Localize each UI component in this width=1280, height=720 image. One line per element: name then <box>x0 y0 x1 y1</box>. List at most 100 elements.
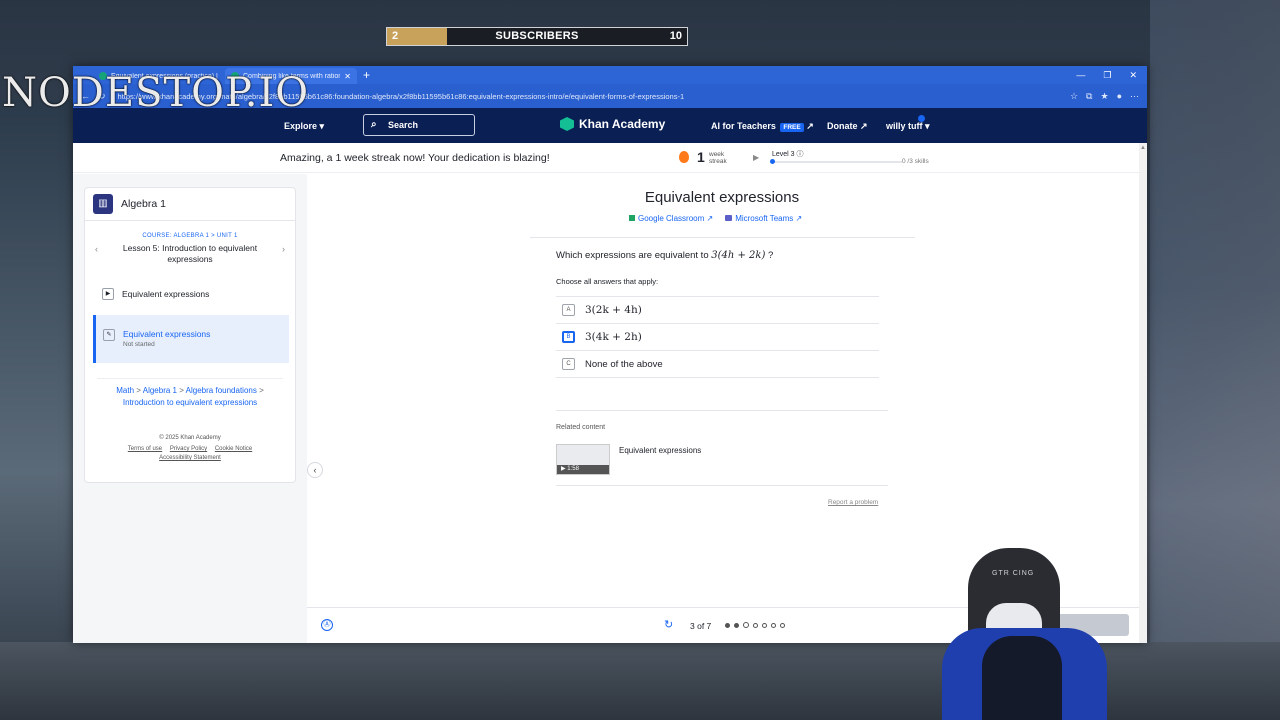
choice-letter: A <box>562 304 575 316</box>
subscriber-goal-bar: 2 SUBSCRIBERS 10 <box>386 27 688 46</box>
divider <box>556 485 888 486</box>
course-card: ▥ Algebra 1 COURSE: ALGEBRA 1 > UNIT 1 ‹… <box>84 187 296 483</box>
skills-count: 0 /3 skills <box>902 158 929 165</box>
streak-count: 1 <box>697 149 705 165</box>
favorites-icon[interactable]: ★ <box>1100 91 1108 102</box>
progress-dot <box>771 622 776 628</box>
level-progress-track <box>772 161 902 163</box>
streak-unit: week streak <box>709 151 727 165</box>
progress-dot <box>780 622 785 628</box>
more-icon[interactable]: ⋯ <box>1130 91 1139 102</box>
sidebar: ▥ Algebra 1 COURSE: ALGEBRA 1 > UNIT 1 ‹… <box>73 174 307 643</box>
gaming-chair: GTR CING <box>942 548 1107 720</box>
progress-dot <box>725 622 730 628</box>
free-badge: FREE <box>780 123 804 132</box>
restore-icon[interactable]: ❐ <box>1103 70 1111 81</box>
chair-logo: GTR CING <box>992 570 1035 577</box>
profile-icon[interactable]: ● <box>1117 91 1122 101</box>
chair-inner <box>982 636 1062 720</box>
accessibility-icon[interactable]: Ⓐ <box>321 619 333 631</box>
choice-text: None of the above <box>585 358 663 370</box>
breadcrumb-algebra-1[interactable]: Algebra 1 <box>143 386 177 395</box>
instruction-text: Choose all answers that apply: <box>556 277 659 286</box>
choice-divider <box>556 377 879 378</box>
level-label[interactable]: Level 3 ⓘ <box>772 149 804 159</box>
choice-text: 3(4k + 2h) <box>585 331 642 343</box>
progress-dot-current <box>743 622 749 628</box>
question-math: 3(4h + 2k) <box>711 250 766 261</box>
donate-link[interactable]: Donate ↗ <box>827 121 868 132</box>
accessibility-link[interactable]: Accessibility Statement <box>159 455 221 461</box>
cookie-link[interactable]: Cookie Notice <box>215 446 252 452</box>
chevron-left-icon[interactable]: ‹ <box>95 244 98 254</box>
scrollbar[interactable] <box>1139 143 1147 643</box>
window-controls: — ❐ ✕ <box>1076 70 1147 81</box>
sidebar-item-exercise[interactable]: ✎ Equivalent expressions Not started <box>93 315 289 363</box>
lesson-title: Lesson 5: Introduction to equivalent exp… <box>122 243 258 264</box>
breadcrumb-math[interactable]: Math <box>116 386 134 395</box>
copyright: © 2025 Khan Academy <box>159 435 221 441</box>
refresh-icon[interactable]: ↻ <box>664 618 673 631</box>
choice-c[interactable]: C None of the above <box>556 350 879 377</box>
video-duration: ▶ 1:58 <box>557 465 609 474</box>
play-icon: ▶ <box>102 287 114 300</box>
extensions-icon[interactable]: ⧉ <box>1086 91 1092 102</box>
streak-message: Amazing, a 1 week streak now! Your dedic… <box>280 152 550 164</box>
question-text: Which expressions are equivalent to 3(4h… <box>556 250 774 261</box>
breadcrumb-intro[interactable]: Introduction to equivalent expressions <box>123 398 257 407</box>
course-breadcrumb[interactable]: COURSE: ALGEBRA 1 > UNIT 1 <box>85 233 295 239</box>
subscriber-label: SUBSCRIBERS <box>495 30 579 42</box>
watermark: NODESTOP.IO <box>2 70 310 116</box>
sidebar-item-label: Equivalent expressions <box>122 288 210 299</box>
breadcrumb-algebra-foundations[interactable]: Algebra foundations <box>186 386 257 395</box>
divider <box>530 237 915 238</box>
streak-banner: Amazing, a 1 week streak now! Your dedic… <box>73 143 1147 173</box>
user-menu[interactable]: willy tuff ▾ <box>886 121 930 132</box>
privacy-link[interactable]: Privacy Policy <box>170 446 207 452</box>
footer-links: Terms of use Privacy Policy Cookie Notic… <box>105 445 275 463</box>
new-tab-icon[interactable]: + <box>357 68 370 82</box>
search-button[interactable]: ⌕ Search <box>363 114 475 136</box>
report-problem-link[interactable]: Report a problem <box>828 499 878 506</box>
explore-menu[interactable]: Explore ▾ <box>284 121 324 132</box>
sidebar-item-video[interactable]: ▶ Equivalent expressions <box>93 279 289 308</box>
search-icon: ⌕ <box>371 119 377 130</box>
scroll-up-icon[interactable]: ▲ <box>1140 145 1146 151</box>
progress-dot <box>734 622 739 628</box>
sidebar-item-status: Not started <box>123 341 155 348</box>
pencil-icon: ✎ <box>103 329 115 341</box>
choice-letter: C <box>562 358 575 370</box>
progress-dot <box>753 622 758 628</box>
choice-b[interactable]: B 3(4k + 2h) <box>556 323 879 350</box>
related-label: Related content <box>556 424 606 431</box>
background-right <box>1150 0 1280 720</box>
notification-dot <box>918 115 925 122</box>
related-video-title[interactable]: Equivalent expressions <box>619 446 701 455</box>
choice-a[interactable]: A 3(2k + 4h) <box>556 296 879 323</box>
question-progress: 3 of 7 <box>690 621 712 631</box>
chevron-right-icon[interactable]: › <box>282 244 285 254</box>
close-tab-icon[interactable]: ✕ <box>344 72 351 81</box>
ai-for-teachers-link[interactable]: AI for Teachers FREE ↗ <box>711 121 814 132</box>
khan-academy-logo[interactable]: Khan Academy <box>560 117 665 131</box>
background-left <box>0 100 75 720</box>
sidebar-item-label: Equivalent expressions <box>123 329 211 339</box>
video-thumbnail[interactable]: ▶ 1:58 <box>556 444 610 475</box>
choice-text: 3(2k + 4h) <box>585 304 642 316</box>
microsoft-teams-link[interactable]: Microsoft Teams ↗ <box>725 214 802 223</box>
share-links: Google Classroom ↗ Microsoft Teams ↗ <box>629 214 802 223</box>
choice-letter: B <box>562 331 575 343</box>
logo-icon <box>560 117 574 131</box>
google-classroom-link[interactable]: Google Classroom ↗ <box>629 214 713 223</box>
star-icon[interactable]: ☆ <box>1070 91 1078 102</box>
progress-dot <box>762 622 767 628</box>
exercise-title: Equivalent expressions <box>644 189 800 206</box>
flame-icon <box>679 151 689 163</box>
minimize-icon[interactable]: — <box>1076 70 1085 81</box>
play-icon[interactable]: ▶ <box>753 153 759 162</box>
progress-dots <box>725 622 785 628</box>
divider <box>556 410 888 411</box>
close-window-icon[interactable]: ✕ <box>1129 70 1137 81</box>
terms-link[interactable]: Terms of use <box>128 446 162 452</box>
collapse-sidebar-button[interactable]: ‹ <box>307 462 323 478</box>
